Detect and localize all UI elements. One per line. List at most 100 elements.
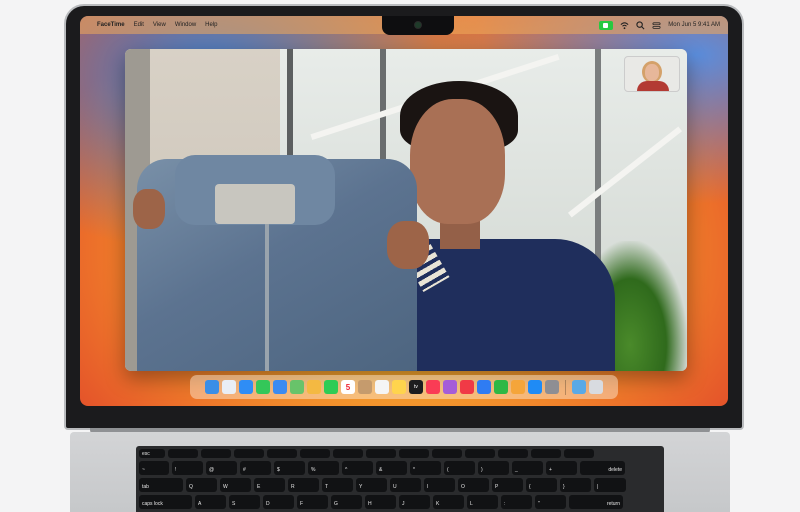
self-view-pip[interactable]	[624, 56, 680, 92]
facetime-icon[interactable]	[324, 380, 338, 394]
dock-separator	[565, 379, 566, 395]
person-hand	[133, 189, 165, 229]
key-g[interactable]: G	[331, 495, 362, 509]
messages-icon[interactable]	[256, 380, 270, 394]
person-hand	[387, 221, 429, 269]
key-fn[interactable]	[564, 449, 594, 458]
dock: 5 tv	[190, 375, 618, 399]
key-delete[interactable]: delete	[580, 461, 625, 475]
key-fn[interactable]	[432, 449, 462, 458]
finder-icon[interactable]	[205, 380, 219, 394]
news-icon[interactable]	[460, 380, 474, 394]
key-{[interactable]: {	[526, 478, 557, 492]
menu-view[interactable]: View	[153, 22, 166, 28]
key-fn[interactable]	[234, 449, 264, 458]
key-*[interactable]: *	[410, 461, 441, 475]
key-l[interactable]: L	[467, 495, 498, 509]
safari-icon[interactable]	[239, 380, 253, 394]
notes-icon[interactable]	[392, 380, 406, 394]
key-:[interactable]: :	[501, 495, 532, 509]
key-fn[interactable]	[498, 449, 528, 458]
key-s[interactable]: S	[229, 495, 260, 509]
menu-app-name[interactable]: FaceTime	[97, 22, 125, 28]
calendar-icon[interactable]: 5	[341, 380, 355, 394]
key-)[interactable]: )	[478, 461, 509, 475]
key-#[interactable]: #	[240, 461, 271, 475]
keyboard-row: esc	[139, 449, 661, 458]
contacts-icon[interactable]	[358, 380, 372, 394]
key-fn[interactable]	[531, 449, 561, 458]
photos-icon[interactable]	[307, 380, 321, 394]
menu-edit[interactable]: Edit	[134, 22, 144, 28]
music-icon[interactable]	[426, 380, 440, 394]
key-t[interactable]: T	[322, 478, 353, 492]
key-d[interactable]: D	[263, 495, 294, 509]
key-return[interactable]: return	[569, 495, 623, 509]
key-u[interactable]: U	[390, 478, 421, 492]
podcasts-icon[interactable]	[443, 380, 457, 394]
key-+[interactable]: +	[546, 461, 577, 475]
key-([interactable]: (	[444, 461, 475, 475]
key-p[interactable]: P	[492, 478, 523, 492]
key-|[interactable]: |	[594, 478, 626, 492]
wifi-icon[interactable]	[620, 21, 629, 30]
key-![interactable]: !	[172, 461, 203, 475]
key-k[interactable]: K	[433, 495, 464, 509]
pip-body	[637, 81, 669, 91]
key-fn[interactable]	[399, 449, 429, 458]
maps-icon[interactable]	[290, 380, 304, 394]
key-esc[interactable]: esc	[139, 449, 165, 458]
key-w[interactable]: W	[220, 478, 251, 492]
key-j[interactable]: J	[399, 495, 430, 509]
key-%[interactable]: %	[308, 461, 339, 475]
key-tab[interactable]: tab	[139, 478, 183, 492]
trash-icon[interactable]	[589, 380, 603, 394]
key-"[interactable]: "	[535, 495, 566, 509]
settings-icon[interactable]	[545, 380, 559, 394]
key-h[interactable]: H	[365, 495, 396, 509]
camera-notch	[382, 16, 454, 35]
key-fn[interactable]	[366, 449, 396, 458]
numbers-icon[interactable]	[494, 380, 508, 394]
key-r[interactable]: R	[288, 478, 319, 492]
key-fn[interactable]	[333, 449, 363, 458]
key-fn[interactable]	[168, 449, 198, 458]
key-fn[interactable]	[267, 449, 297, 458]
key-fn[interactable]	[300, 449, 330, 458]
key-q[interactable]: Q	[186, 478, 217, 492]
key-f[interactable]: F	[297, 495, 328, 509]
menu-window[interactable]: Window	[175, 22, 196, 28]
keynote-icon[interactable]	[477, 380, 491, 394]
key-@[interactable]: @	[206, 461, 237, 475]
menu-clock[interactable]: Mon Jun 5 9:41 AM	[668, 22, 720, 28]
key-e[interactable]: E	[254, 478, 285, 492]
launchpad-icon[interactable]	[222, 380, 236, 394]
menu-extras: Mon Jun 5 9:41 AM	[599, 16, 720, 34]
menu-help[interactable]: Help	[205, 22, 217, 28]
facetime-status-icon[interactable]	[599, 20, 614, 30]
search-icon[interactable]	[636, 20, 645, 30]
key-^[interactable]: ^	[342, 461, 373, 475]
mail-icon[interactable]	[273, 380, 287, 394]
key-&[interactable]: &	[376, 461, 407, 475]
key-i[interactable]: I	[424, 478, 455, 492]
key-}[interactable]: }	[560, 478, 591, 492]
pages-icon[interactable]	[511, 380, 525, 394]
jacket-lining	[215, 184, 295, 224]
control-center-icon[interactable]	[652, 21, 661, 30]
key-~[interactable]: ~	[139, 461, 169, 475]
key-fn[interactable]	[465, 449, 495, 458]
downloads-folder-icon[interactable]	[572, 380, 586, 394]
facetime-video-window[interactable]	[125, 49, 687, 371]
key-fn[interactable]	[201, 449, 231, 458]
key-caps-lock[interactable]: caps lock	[139, 495, 192, 509]
key-$[interactable]: $	[274, 461, 305, 475]
key-o[interactable]: O	[458, 478, 489, 492]
key-a[interactable]: A	[195, 495, 226, 509]
appstore-icon[interactable]	[528, 380, 542, 394]
tv-icon[interactable]: tv	[409, 380, 423, 394]
key-y[interactable]: Y	[356, 478, 387, 492]
key-_[interactable]: _	[512, 461, 543, 475]
remote-video-feed	[125, 49, 687, 371]
reminders-icon[interactable]	[375, 380, 389, 394]
